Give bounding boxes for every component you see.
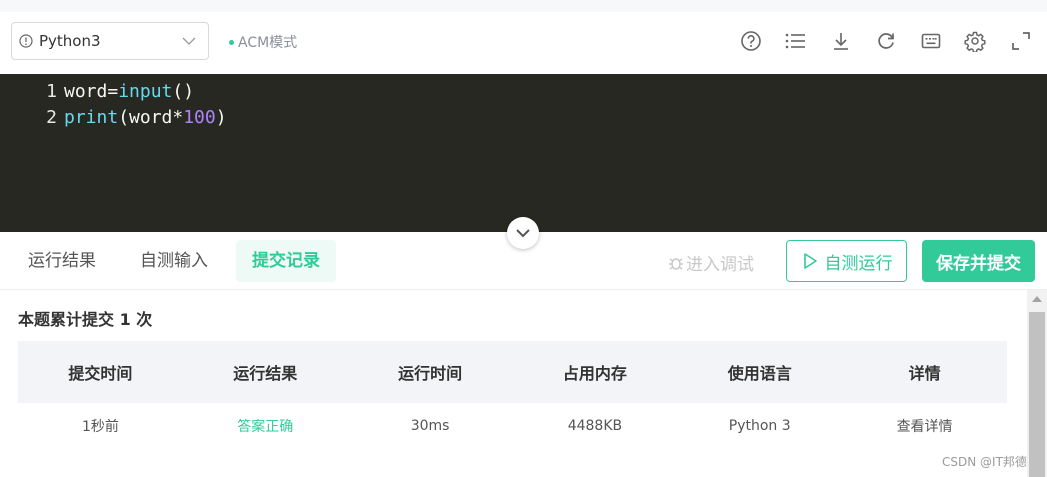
code-token: word (64, 81, 108, 102)
tab-run-result[interactable]: 运行结果 (18, 240, 106, 282)
cell-runtime: 30ms (410, 418, 450, 434)
refresh-icon[interactable] (875, 30, 897, 52)
submission-table: 提交时间 运行结果 运行时间 占用内存 使用语言 详情 1秒前 答案正确 30m… (18, 341, 1007, 449)
mode-indicator: ACM模式 (229, 32, 297, 52)
language-select-value: Python3 (39, 32, 101, 50)
play-icon (803, 253, 817, 269)
top-strip (0, 0, 1047, 12)
code-token: print (64, 107, 119, 128)
code-text: print(word*100) (64, 105, 227, 131)
chevron-down-icon (516, 229, 530, 238)
cell-memory: 4488KB (567, 418, 623, 434)
code-token: () (172, 81, 195, 102)
tab-custom-input[interactable]: 自测输入 (130, 240, 218, 282)
line-number: 1 (46, 81, 57, 102)
column-header-time: 提交时间 (18, 341, 183, 403)
cell-result-status: 答案正确 (237, 419, 294, 435)
bug-icon (669, 257, 683, 270)
table-header-row: 提交时间 运行结果 运行时间 占用内存 使用语言 详情 (18, 341, 1007, 403)
results-scrollbar[interactable] (1027, 290, 1047, 477)
tab-submission-history[interactable]: 提交记录 (236, 240, 336, 282)
code-token: ) (215, 107, 227, 128)
editor-toolbar: Python3 ACM模式 (0, 12, 1047, 74)
column-header-language: 使用语言 (677, 341, 843, 403)
fullscreen-icon[interactable] (1010, 30, 1032, 52)
mode-label: ACM模式 (238, 35, 298, 51)
help-icon[interactable] (740, 30, 762, 52)
run-button-label: 自测运行 (824, 253, 893, 274)
submission-count-summary: 本题累计提交 1 次 (18, 310, 153, 329)
code-token: 100 (183, 107, 216, 128)
debug-button-label: 进入调试 (686, 255, 754, 275)
scrollbar-thumb[interactable] (1029, 312, 1045, 477)
line-number: 2 (46, 107, 57, 128)
self-test-run-button[interactable]: 自测运行 (786, 240, 907, 282)
code-token: = (107, 81, 119, 102)
cell-language: Python 3 (728, 418, 791, 434)
code-line[interactable]: 1 word=input() (0, 79, 194, 105)
cell-submit-time: 1秒前 (81, 419, 119, 435)
settings-icon[interactable] (964, 30, 986, 52)
view-detail-link[interactable]: 查看详情 (842, 403, 1007, 449)
column-header-result: 运行结果 (182, 341, 348, 403)
save-and-submit-button[interactable]: 保存并提交 (922, 240, 1035, 282)
download-icon[interactable] (830, 30, 852, 52)
submission-records-panel: 本题累计提交 1 次 提交时间 运行结果 运行时间 占用内存 使用语言 详情 1… (0, 290, 1027, 477)
list-icon[interactable] (784, 30, 806, 52)
keyboard-icon[interactable] (920, 30, 942, 52)
code-line[interactable]: 2 print(word*100) (0, 105, 227, 131)
code-token: (word* (118, 107, 184, 128)
code-text: word=input() (64, 79, 194, 105)
chevron-down-icon (182, 37, 196, 45)
code-token: input (118, 81, 173, 102)
debug-button[interactable]: 进入调试 (668, 250, 754, 275)
mode-status-dot (229, 39, 234, 45)
language-select[interactable]: Python3 (11, 22, 209, 60)
code-editor[interactable]: 1 word=input() 2 print(word*100) (0, 74, 1047, 232)
table-row: 1秒前 答案正确 30ms 4488KB Python 3 查看详情 (18, 403, 1007, 449)
scroll-up-arrow-icon[interactable] (1032, 296, 1042, 302)
column-header-runtime: 运行时间 (347, 341, 513, 403)
collapse-editor-button[interactable] (507, 217, 539, 249)
info-circle-icon (19, 34, 33, 48)
csdn-watermark: CSDN @IT邦德 (942, 455, 1027, 469)
column-header-memory: 占用内存 (512, 341, 678, 403)
column-header-detail: 详情 (842, 341, 1007, 403)
